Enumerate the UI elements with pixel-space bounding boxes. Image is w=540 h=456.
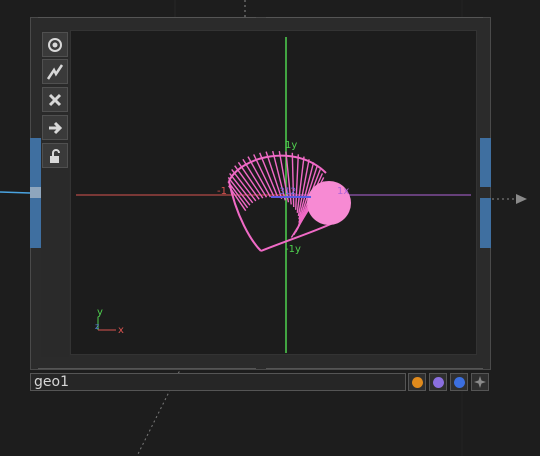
- purple-flag-icon: [432, 376, 444, 388]
- blue-flag-icon: [453, 376, 465, 388]
- close-button[interactable]: [42, 87, 68, 112]
- node-bottom-edge-left: [38, 359, 256, 369]
- geometry-outline-left: [228, 180, 262, 252]
- wireframe-segment: [253, 154, 275, 198]
- arrow-right-icon: [49, 121, 63, 134]
- flag-blue[interactable]: [450, 373, 468, 391]
- input-connector-highlight: [30, 187, 41, 198]
- close-icon: [48, 93, 62, 106]
- node-top-edge-right: [266, 17, 483, 27]
- lock-icon: [50, 148, 60, 163]
- x-right-label: 1x: [337, 186, 349, 197]
- lightning-button[interactable]: [42, 59, 68, 84]
- center-label: 312: [279, 187, 296, 197]
- star-flag-icon: [474, 376, 486, 388]
- x-left-label: -1: [217, 186, 227, 197]
- input-wire: [0, 191, 31, 194]
- 3d-viewport[interactable]: 1y -1y -1 1x 312 y x z: [70, 30, 477, 355]
- output-connector-top[interactable]: [480, 138, 491, 187]
- node-bottom-edge-right: [266, 359, 483, 369]
- viewport-scene: 1y -1y -1 1x 312 y x z: [76, 37, 471, 353]
- target-button[interactable]: [42, 32, 68, 57]
- flag-purple[interactable]: [429, 373, 447, 391]
- gizmo-z-label: z: [95, 322, 99, 331]
- flag-star[interactable]: [471, 373, 489, 391]
- lock-button[interactable]: [42, 143, 68, 168]
- wireframe-segment: [291, 152, 295, 208]
- orange-flag-icon: [411, 376, 423, 388]
- node-name-field[interactable]: geo1: [30, 373, 406, 391]
- wireframe-segment: [295, 154, 299, 210]
- output-arrow-icon: [516, 194, 527, 204]
- arrow-right-button[interactable]: [42, 115, 68, 140]
- y-top-label: 1y: [285, 140, 297, 151]
- flag-orange[interactable]: [408, 373, 426, 391]
- gizmo-y-label: y: [97, 307, 103, 318]
- viewer-toolbar: [41, 30, 69, 357]
- node-top-edge-left: [38, 17, 256, 27]
- lightning-icon: [46, 63, 64, 80]
- output-connector-bottom[interactable]: [480, 198, 491, 248]
- gizmo-x-label: x: [118, 325, 124, 336]
- y-bottom-label: -1y: [285, 244, 301, 255]
- target-icon: [48, 37, 62, 52]
